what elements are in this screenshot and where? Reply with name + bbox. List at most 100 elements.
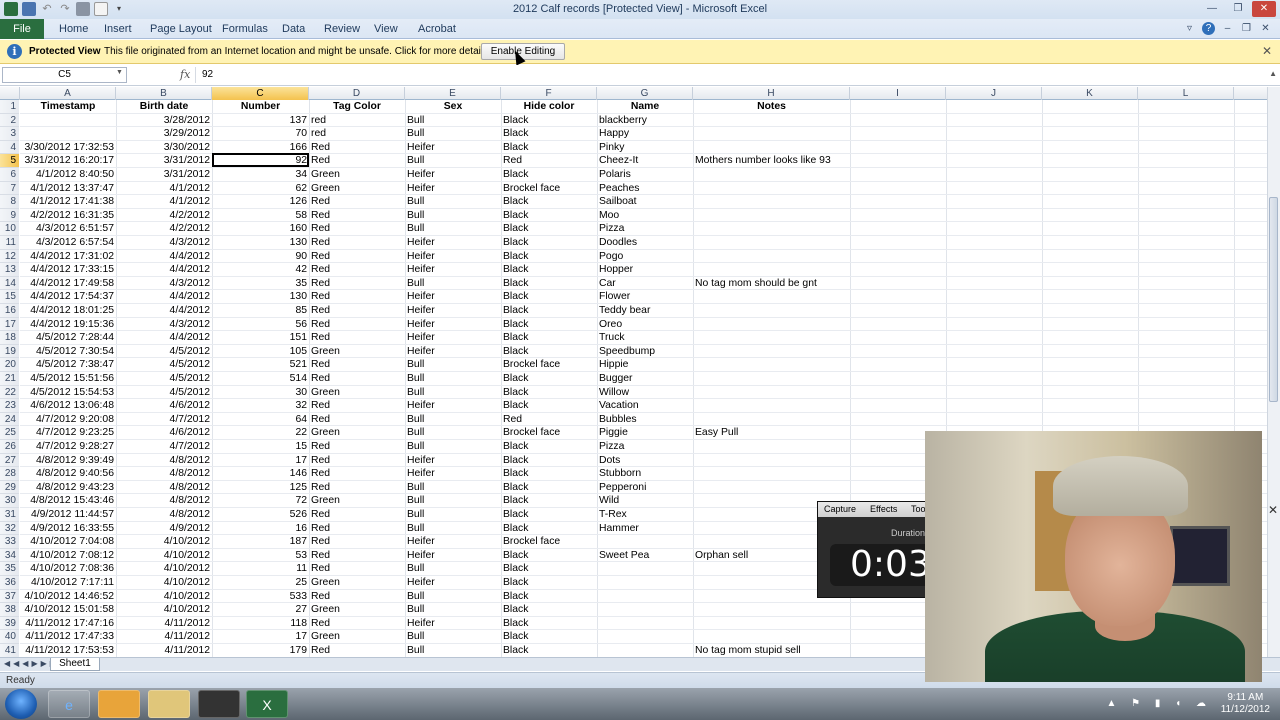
table-cell[interactable]: Bull [405, 372, 501, 386]
table-cell[interactable]: Black [501, 168, 597, 182]
table-cell[interactable]: No tag mom should be gnt [693, 277, 850, 291]
table-cell[interactable]: Bull [405, 603, 501, 617]
table-cell[interactable]: Green [309, 182, 405, 196]
table-cell[interactable]: Black [501, 318, 597, 332]
table-cell[interactable]: Black [501, 141, 597, 155]
column-header-j[interactable]: J [946, 87, 1042, 100]
table-cell[interactable]: 4/11/2012 [116, 617, 212, 631]
table-cell[interactable]: 90 [212, 250, 309, 264]
table-cell[interactable]: Heifer [405, 263, 501, 277]
table-cell[interactable]: 17 [212, 630, 309, 644]
table-cell[interactable]: 4/3/2012 [116, 236, 212, 250]
table-cell[interactable]: Pogo [597, 250, 693, 264]
table-cell[interactable]: Red [309, 562, 405, 576]
table-cell[interactable]: Willow [597, 386, 693, 400]
table-cell[interactable] [597, 630, 693, 644]
table-cell[interactable] [20, 127, 116, 141]
table-cell[interactable]: Bull [405, 644, 501, 657]
table-cell[interactable]: Bull [405, 386, 501, 400]
table-cell[interactable]: red [309, 127, 405, 141]
table-cell[interactable]: Bull [405, 154, 501, 168]
row-header[interactable]: 36 [0, 576, 19, 590]
row-header[interactable]: 17 [0, 317, 19, 332]
table-cell[interactable]: Sweet Pea [597, 549, 693, 563]
table-cell[interactable]: 4/3/2012 [116, 318, 212, 332]
row-header[interactable]: 16 [0, 304, 19, 318]
table-cell[interactable]: 4/1/2012 [116, 195, 212, 209]
table-cell[interactable] [693, 195, 850, 209]
row-header[interactable]: 39 [0, 616, 19, 631]
table-cell[interactable]: 4/8/2012 [116, 494, 212, 508]
table-cell[interactable]: Heifer [405, 182, 501, 196]
table-cell[interactable]: 4/10/2012 7:04:08 [20, 535, 116, 549]
table-cell[interactable]: 4/5/2012 15:51:56 [20, 372, 116, 386]
tab-formulas[interactable]: Formulas [222, 23, 268, 35]
table-cell[interactable]: Pizza [597, 222, 693, 236]
row-header[interactable]: 32 [0, 521, 19, 536]
table-cell[interactable]: Red [309, 454, 405, 468]
table-cell[interactable]: Bull [405, 481, 501, 495]
table-cell[interactable] [693, 209, 850, 223]
row-header[interactable]: 11 [0, 236, 19, 250]
minimize-icon[interactable]: — [1200, 1, 1224, 17]
table-cell[interactable]: 16 [212, 522, 309, 536]
table-cell[interactable] [693, 141, 850, 155]
tab-view[interactable]: View [374, 23, 398, 35]
table-cell[interactable]: Bull [405, 277, 501, 291]
row-header[interactable]: 9 [0, 208, 19, 223]
table-cell[interactable]: 58 [212, 209, 309, 223]
table-cell[interactable]: Heifer [405, 535, 501, 549]
column-header-a[interactable]: A [20, 87, 116, 100]
table-cell[interactable]: 4/7/2012 [116, 440, 212, 454]
table-cell[interactable]: 4/4/2012 [116, 331, 212, 345]
table-cell[interactable]: 4/4/2012 18:01:25 [20, 304, 116, 318]
table-cell[interactable]: 4/8/2012 15:43:46 [20, 494, 116, 508]
restore-icon[interactable]: ❐ [1226, 1, 1250, 17]
table-cell[interactable]: 4/7/2012 9:28:27 [20, 440, 116, 454]
table-cell[interactable]: Red [309, 318, 405, 332]
table-cell[interactable]: Black [501, 549, 597, 563]
table-cell[interactable]: 3/31/2012 [116, 168, 212, 182]
table-cell[interactable]: Green [309, 576, 405, 590]
table-cell[interactable]: 30 [212, 386, 309, 400]
column-header-l[interactable]: L [1138, 87, 1234, 100]
select-all-corner[interactable] [0, 87, 20, 100]
table-cell[interactable]: 4/8/2012 [116, 481, 212, 495]
table-cell[interactable]: 4/2/2012 [116, 222, 212, 236]
table-cell[interactable]: Pepperoni [597, 481, 693, 495]
table-cell[interactable]: 166 [212, 141, 309, 155]
table-cell[interactable]: 4/11/2012 [116, 644, 212, 657]
table-cell[interactable]: 62 [212, 182, 309, 196]
table-cell[interactable]: Red [309, 399, 405, 413]
table-cell[interactable]: Heifer [405, 168, 501, 182]
table-cell[interactable]: Heifer [405, 304, 501, 318]
table-cell[interactable]: Bull [405, 114, 501, 128]
table-cell[interactable]: 27 [212, 603, 309, 617]
table-cell[interactable] [693, 603, 850, 617]
table-cell[interactable]: Stubborn [597, 467, 693, 481]
row-header[interactable]: 24 [0, 412, 19, 427]
table-cell[interactable]: 4/7/2012 9:23:25 [20, 426, 116, 440]
table-cell[interactable]: Red [309, 535, 405, 549]
table-cell[interactable]: Green [309, 386, 405, 400]
table-cell[interactable]: 4/8/2012 9:40:56 [20, 467, 116, 481]
capture-menu-effects[interactable]: Effects [870, 504, 897, 514]
table-cell[interactable]: Black [501, 454, 597, 468]
table-cell[interactable]: Green [309, 603, 405, 617]
row-header[interactable]: 7 [0, 181, 19, 196]
table-cell[interactable]: Heifer [405, 549, 501, 563]
table-cell[interactable]: Brockel face [501, 182, 597, 196]
table-cell[interactable]: Brockel face [501, 358, 597, 372]
table-cell[interactable]: 11 [212, 562, 309, 576]
table-cell[interactable]: Bull [405, 413, 501, 427]
table-cell[interactable] [693, 386, 850, 400]
row-header[interactable]: 12 [0, 249, 19, 264]
table-cell[interactable]: 72 [212, 494, 309, 508]
table-cell[interactable] [597, 562, 693, 576]
table-cell[interactable]: 4/8/2012 [116, 508, 212, 522]
table-cell[interactable] [693, 345, 850, 359]
tab-acrobat[interactable]: Acrobat [418, 23, 456, 35]
table-cell[interactable]: 4/8/2012 9:39:49 [20, 454, 116, 468]
column-header-b[interactable]: B [116, 87, 212, 100]
table-cell[interactable]: Oreo [597, 318, 693, 332]
